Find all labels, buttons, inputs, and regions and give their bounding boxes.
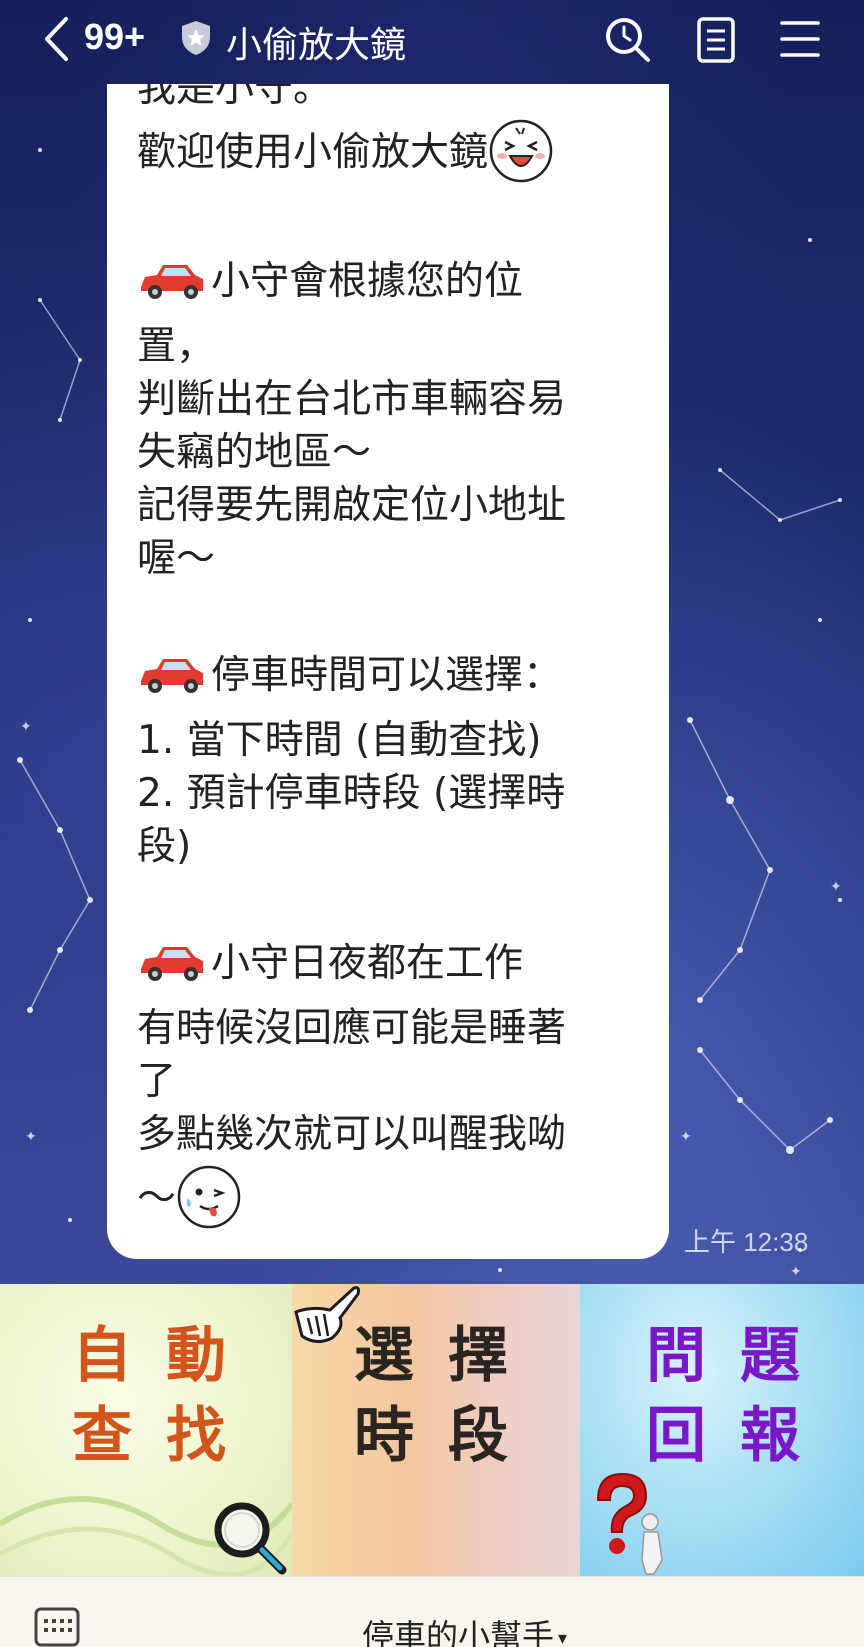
chat-header: 99+ 小偷放大鏡 (0, 0, 864, 82)
message-line-with-emoji: 歡迎使用小偷放大鏡 (137, 115, 647, 191)
message-line-with-emoji: 小守日夜都在工作 (137, 926, 647, 1002)
message-line: 置， (137, 324, 216, 369)
star-decoration: ✦ (20, 719, 32, 735)
message-line: 喔～ (137, 536, 216, 581)
message-line: 記得要先開啟定位小地址 (137, 483, 567, 528)
star-decoration: ✦ (790, 1264, 802, 1280)
tongue-face-emoji-icon (177, 1165, 241, 1228)
message-line: 小守會根據您的位 (211, 259, 524, 304)
hamburger-menu-icon (780, 21, 820, 57)
message-line: 2. 預計停車時段 (選擇時 (137, 771, 566, 816)
unread-count: 99+ (84, 16, 146, 57)
auto-search-button[interactable]: 自動 查找 (0, 1284, 292, 1576)
report-issue-button[interactable]: 問題 回報 (580, 1284, 864, 1576)
chat-title[interactable]: 小偷放大鏡 (226, 16, 406, 68)
question-mark-figure-icon (596, 1472, 663, 1575)
magnifier-icon (214, 1502, 287, 1575)
message-line-with-emoji: 停車時間可以選擇： (137, 638, 647, 714)
message-line-with-emoji: ～ (137, 1161, 647, 1237)
menu-button[interactable] (780, 18, 820, 60)
rich-menu: 自動 查找 選擇 時段 問題 回報 (0, 1284, 864, 1576)
star-decoration: ✦ (680, 1129, 692, 1145)
search-icon (606, 18, 650, 62)
message-line: 有時候沒回應可能是睡著 (137, 1006, 567, 1051)
message-line: 歡迎使用小偷放大鏡 (137, 130, 489, 175)
message-line: 段) (137, 824, 192, 869)
message-line-with-emoji: 小守會根據您的位 (137, 244, 647, 320)
message-line: 停車時間可以選擇： (211, 653, 563, 698)
shield-badge-icon (182, 21, 210, 55)
car-emoji-icon (141, 658, 203, 693)
message-line: 失竊的地區～ (137, 430, 372, 475)
message-timestamp: 上午 12:38 (684, 1227, 809, 1257)
message-line: 1. 當下時間 (自動查找) (137, 718, 542, 763)
message-line: ～ (137, 1176, 177, 1221)
tile-label: 自動 查找 (72, 1321, 260, 1471)
back-arrow-icon (45, 17, 68, 61)
message-line: 小守日夜都在工作 (211, 941, 524, 986)
notes-icon (697, 17, 735, 63)
rich-menu-toggle[interactable]: 停車的小幫手 ▾ (362, 1611, 567, 1647)
car-emoji-icon (141, 946, 203, 981)
star-decoration: ✦ (830, 879, 842, 895)
select-time-button[interactable]: 選擇 時段 (292, 1284, 580, 1576)
search-button[interactable] (604, 16, 652, 64)
tile-label: 問題 回報 (646, 1321, 834, 1471)
back-button[interactable] (42, 16, 76, 62)
tile-label: 選擇 時段 (354, 1321, 542, 1471)
rich-menu-title: 停車的小幫手 (362, 1617, 555, 1647)
message-line: 多點幾次就可以叫醒我呦 (137, 1112, 567, 1157)
message-text: 我是小守。 歡迎使用小偷放大鏡 小守會根據您的位 置， 判斷出在台北市車輛容易 … (137, 84, 647, 1237)
keyboard-icon[interactable] (34, 1607, 80, 1647)
notes-button[interactable] (696, 16, 738, 64)
message-line: 了 (137, 1059, 177, 1104)
chevron-down-icon: ▾ (558, 1627, 568, 1647)
message-line: 我是小守。 (137, 84, 333, 111)
bottom-bar: 停車的小幫手 ▾ (0, 1576, 864, 1647)
laughing-face-emoji-icon (489, 119, 553, 182)
star-decoration: ✦ (25, 1129, 37, 1145)
car-emoji-icon (141, 264, 203, 299)
message-bubble[interactable]: 我是小守。 歡迎使用小偷放大鏡 小守會根據您的位 置， 判斷出在台北市車輛容易 … (107, 84, 669, 1259)
message-line: 判斷出在台北市車輛容易 (137, 377, 567, 422)
